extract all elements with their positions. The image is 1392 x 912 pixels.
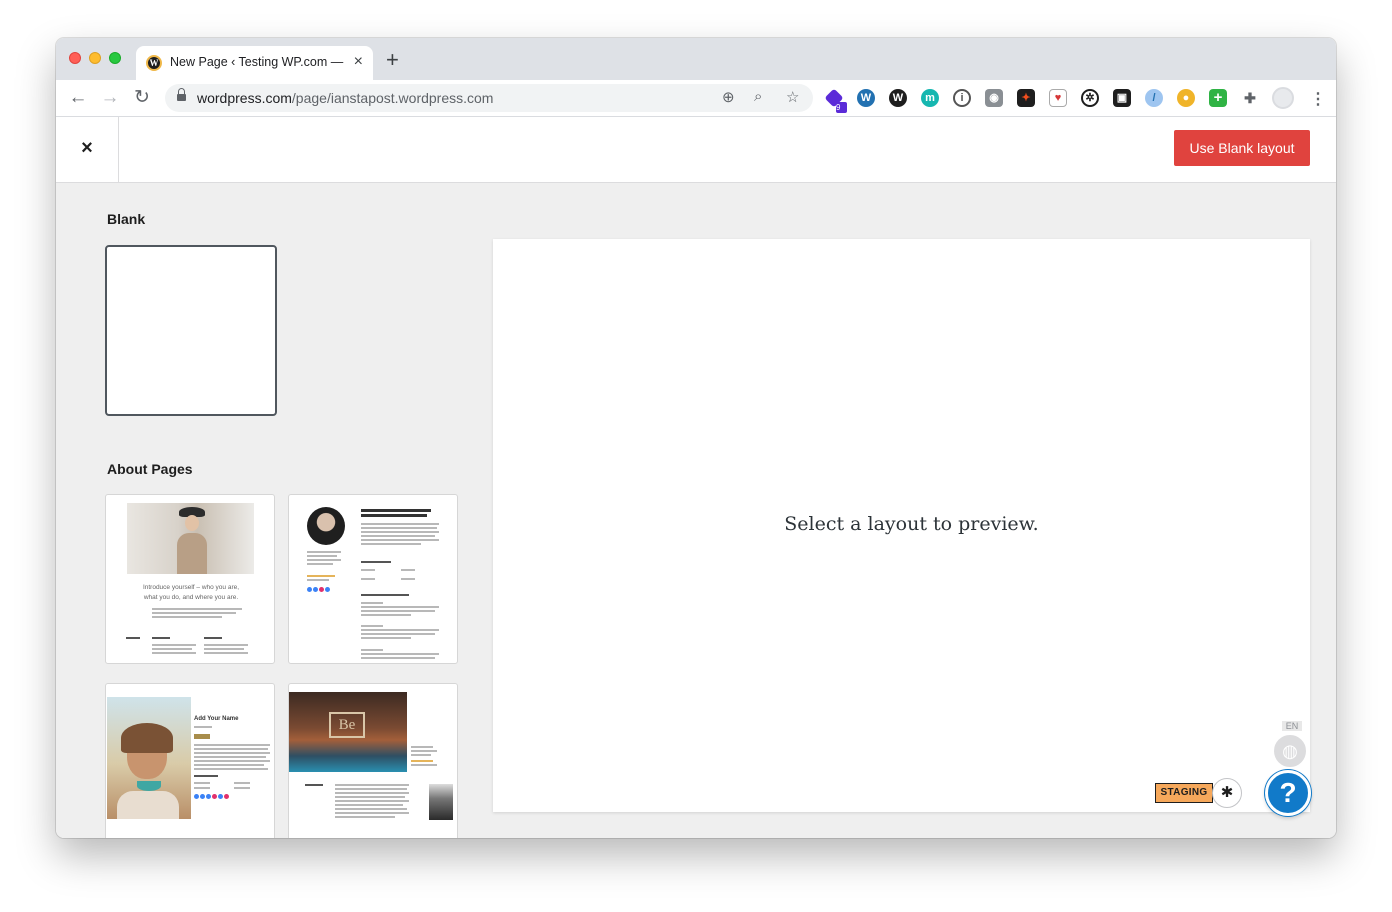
address-bar[interactable]: wordpress.com/page/ianstapost.wordpress.… — [165, 84, 813, 112]
profile-avatar-icon[interactable] — [1272, 87, 1294, 109]
staging-badge: STAGING — [1155, 783, 1213, 803]
zoom-icon[interactable]: ⌕ — [754, 88, 762, 105]
figma-extension-icon[interactable]: ✦ — [1017, 89, 1035, 107]
bookmark-star-icon[interactable]: ☆ — [786, 88, 799, 106]
extension-badge: 9 — [836, 102, 847, 113]
new-tab-button[interactable]: + — [386, 49, 399, 71]
feather-extension-icon[interactable]: / — [1145, 89, 1163, 107]
soccer-extension-icon[interactable]: ✲ — [1081, 89, 1099, 107]
about-business-layout-thumbnail[interactable]: Be — [288, 683, 458, 838]
thumb-intro-text: Introduce yourself – who you are, what y… — [142, 584, 240, 601]
small-portrait-photo — [429, 784, 453, 820]
close-icon[interactable]: × — [56, 117, 119, 182]
zoom-window-button[interactable] — [109, 52, 121, 64]
install-app-icon[interactable]: ⊕ — [722, 88, 735, 106]
wordpress-dark-extension-icon[interactable]: W — [889, 89, 907, 107]
tab-strip: W New Page ‹ Testing WP.com — × + — [56, 38, 1336, 80]
tab-close-icon[interactable]: × — [354, 53, 363, 71]
language-label: EN — [1282, 721, 1302, 731]
thumb-name-text: Add Your Name — [194, 716, 239, 722]
layout-preview-panel: Select a layout to preview. — [493, 239, 1310, 812]
minimize-window-button[interactable] — [89, 52, 101, 64]
info-extension-icon[interactable]: i — [953, 89, 971, 107]
camera-extension-icon[interactable]: ◉ — [985, 89, 1003, 107]
bullet-extension-icon[interactable]: ● — [1177, 89, 1195, 107]
lock-icon — [177, 88, 186, 103]
about-pages-heading: About Pages — [107, 461, 193, 477]
storefront-photo: Be — [289, 692, 407, 772]
forward-arrow-icon[interactable]: → — [98, 86, 122, 110]
box-extension-icon[interactable]: ▣ — [1113, 89, 1131, 107]
browser-tab[interactable]: W New Page ‹ Testing WP.com — × — [136, 46, 373, 80]
layout-picker: Blank About Pages Introduce yourself – w… — [56, 183, 1336, 838]
portrait-photo — [127, 503, 254, 574]
m-extension-icon[interactable]: m — [921, 89, 939, 107]
about-layout-thumbnail[interactable]: Introduce yourself – who you are, what y… — [105, 494, 275, 664]
help-button[interactable]: ? — [1265, 770, 1311, 816]
browser-toolbar: ← → ↻ wordpress.com/page/ianstapost.word… — [56, 80, 1336, 117]
editor-header: × Use Blank layout — [56, 117, 1336, 183]
preview-placeholder-text: Select a layout to preview. — [784, 513, 1039, 535]
round-portrait-photo — [307, 507, 345, 545]
wordpress-favicon-icon: W — [146, 55, 162, 71]
puzzle-extensions-icon[interactable]: ✚ — [1241, 89, 1259, 107]
use-blank-layout-button[interactable]: Use Blank layout — [1174, 130, 1310, 166]
about-profile-layout-thumbnail[interactable]: Add Your Name — [105, 683, 275, 838]
card-extension-icon[interactable]: ♥ — [1049, 89, 1067, 107]
about-resume-layout-thumbnail[interactable] — [288, 494, 458, 664]
blank-heading: Blank — [107, 211, 146, 227]
globe-icon: ◍ — [1272, 733, 1308, 769]
blank-layout-thumbnail[interactable] — [105, 245, 277, 416]
bug-report-icon[interactable]: ✱ — [1212, 778, 1242, 808]
language-switcher[interactable]: EN ◍ — [1272, 721, 1310, 769]
close-window-button[interactable] — [69, 52, 81, 64]
browser-window: W New Page ‹ Testing WP.com — × + ← → ↻ … — [56, 38, 1336, 838]
smiling-portrait-photo — [107, 697, 191, 819]
browser-menu-icon[interactable]: ⋮ — [1310, 89, 1326, 109]
back-arrow-icon[interactable]: ← — [66, 86, 90, 110]
tab-title: New Page ‹ Testing WP.com — — [170, 55, 344, 69]
reload-icon[interactable]: ↻ — [130, 86, 154, 110]
wordpress-extension-icon[interactable]: W — [857, 89, 875, 107]
plus-extension-icon[interactable]: + — [1209, 89, 1227, 107]
url-text: wordpress.com/page/ianstapost.wordpress.… — [197, 90, 494, 106]
